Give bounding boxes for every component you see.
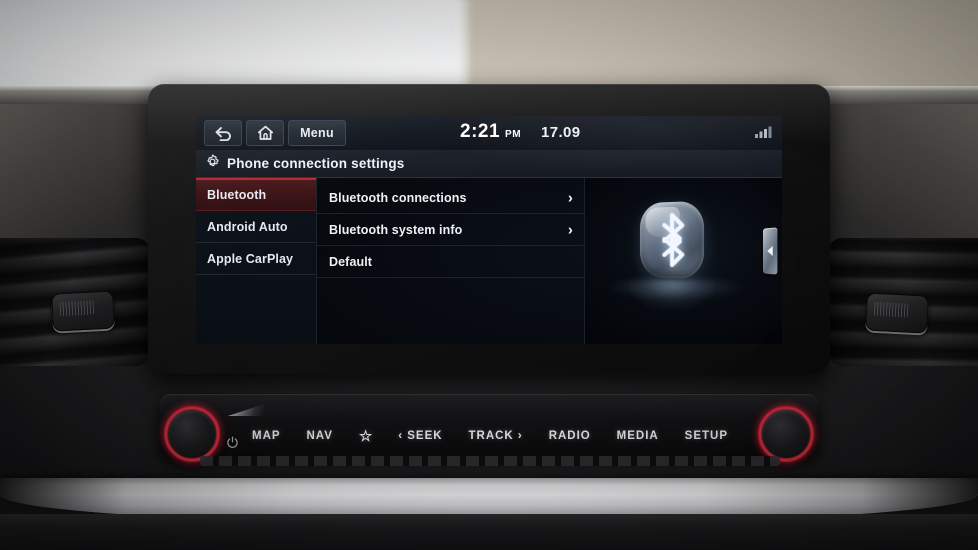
vent-adjuster-knob[interactable] [865, 292, 929, 334]
chevron-right-icon: › [567, 189, 573, 206]
temperature-readout: 17.09 [541, 124, 581, 141]
setup-button-label: SETUP [684, 430, 728, 442]
clock-ampm: PM [505, 129, 522, 140]
track-button[interactable]: TRACK › [468, 430, 522, 442]
media-button-label: MEDIA [616, 430, 659, 442]
infotainment-screen[interactable]: Menu 2:21 PM 17.09 Phone connection sett… [196, 116, 782, 344]
screenshot-root: Menu 2:21 PM 17.09 Phone connection sett… [0, 0, 978, 550]
favourites-star-button[interactable]: ☆ [359, 427, 372, 445]
sidebar-item-label: Android Auto [207, 219, 288, 234]
screen-body: Bluetooth Android Auto Apple CarPlay Blu… [196, 178, 782, 344]
page-title-bar: Phone connection settings [196, 150, 782, 178]
lower-dashboard [0, 514, 978, 550]
media-button[interactable]: MEDIA [617, 430, 659, 442]
home-button[interactable] [246, 120, 284, 146]
nav-button[interactable]: NAV [306, 430, 332, 442]
collapse-panel-arrow-icon[interactable] [762, 227, 778, 275]
menu-button[interactable]: Menu [288, 120, 346, 146]
ribbed-trim-strip [200, 456, 780, 466]
chevron-right-icon: › [567, 221, 573, 238]
home-icon [257, 125, 274, 141]
vent-knob-grip [873, 301, 909, 318]
back-arrow-icon [214, 126, 233, 141]
tune-knob[interactable] [758, 406, 814, 462]
radio-button-label: RADIO [548, 430, 591, 442]
status-bar: Menu 2:21 PM 17.09 [196, 116, 782, 150]
seek-button-label: ‹ SEEK [398, 430, 443, 442]
radio-button[interactable]: RADIO [549, 430, 591, 442]
logo-reflection [629, 280, 715, 310]
sidebar-item-label: Apple CarPlay [207, 251, 294, 266]
bluetooth-logo-icon [652, 210, 693, 269]
track-button-label: TRACK › [468, 430, 523, 442]
star-icon: ☆ [358, 428, 373, 445]
list-item-label: Bluetooth connections [329, 190, 467, 205]
power-icon [226, 436, 239, 449]
arrow-left-glyph [767, 245, 773, 257]
page-title: Phone connection settings [227, 156, 405, 171]
nav-button-label: NAV [306, 430, 333, 442]
knob-illumination-ring [165, 407, 219, 461]
sidebar-item-label: Bluetooth [207, 188, 267, 202]
menu-button-label: Menu [300, 126, 334, 140]
list-item-bluetooth-system-info[interactable]: Bluetooth system info › [317, 214, 584, 246]
sidebar-item-apple-carplay[interactable]: Apple CarPlay [196, 243, 316, 275]
list-item-label: Default [329, 254, 373, 269]
clock: 2:21 PM [460, 121, 521, 143]
window-glare [0, 0, 470, 96]
air-vent-left [0, 238, 150, 366]
sidebar-item-bluetooth[interactable]: Bluetooth [196, 178, 316, 211]
volume-power-knob[interactable] [164, 406, 220, 462]
window-pillar-edge [455, 0, 473, 96]
air-vent-right [828, 238, 978, 366]
hardware-button-row: MAP NAV ☆ ‹ SEEK TRACK › RADIO MEDIA SET… [252, 424, 728, 448]
map-button-label: MAP [252, 430, 281, 442]
bluetooth-logo-panel [585, 178, 782, 344]
sidebar-item-android-auto[interactable]: Android Auto [196, 211, 316, 243]
list-item-label: Bluetooth system info [329, 222, 463, 237]
settings-category-list: Bluetooth Android Auto Apple CarPlay [196, 178, 317, 344]
vent-knob-grip [59, 300, 95, 317]
vent-adjuster-knob[interactable] [51, 290, 115, 332]
map-button[interactable]: MAP [252, 430, 281, 442]
gear-icon [205, 154, 220, 174]
setup-button[interactable]: SETUP [685, 430, 728, 442]
settings-option-list: Bluetooth connections › Bluetooth system… [317, 178, 585, 344]
list-item-bluetooth-connections[interactable]: Bluetooth connections › [317, 182, 584, 214]
knob-illumination-ring [759, 407, 813, 461]
signal-strength-icon [754, 125, 772, 139]
back-button[interactable] [204, 120, 242, 146]
clock-time: 2:21 [460, 121, 501, 142]
list-item-default[interactable]: Default [317, 246, 584, 278]
seek-button[interactable]: ‹ SEEK [398, 430, 442, 442]
